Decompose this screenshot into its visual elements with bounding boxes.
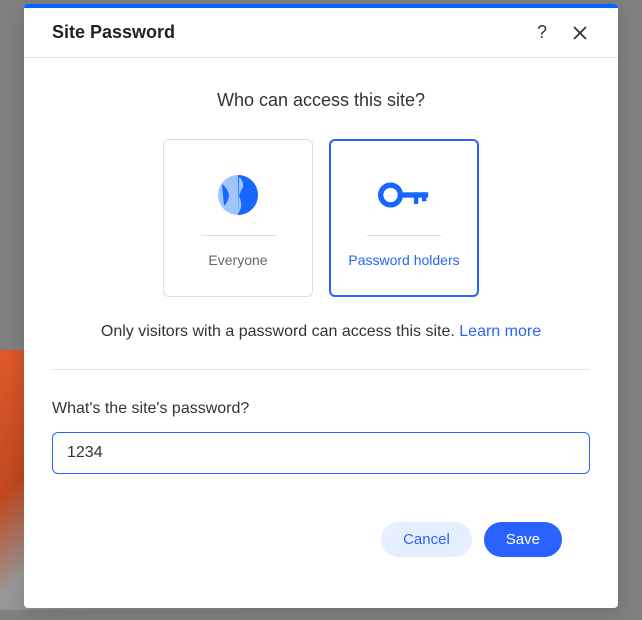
modal-title: Site Password [52,22,175,43]
option-password-holders-label: Password holders [348,252,459,268]
option-divider [201,235,275,236]
modal-body: Who can access this site? Everyone [24,58,618,605]
learn-more-link[interactable]: Learn more [459,323,541,340]
modal-header: Site Password ? [24,8,618,58]
access-description: Only visitors with a password can access… [52,323,590,341]
close-icon[interactable] [570,23,590,43]
access-options: Everyone Password holders [52,139,590,297]
save-button[interactable]: Save [484,522,562,557]
header-actions: ? [532,23,590,43]
option-password-holders[interactable]: Password holders [329,139,479,297]
cancel-button[interactable]: Cancel [381,522,472,557]
access-prompt: Who can access this site? [52,90,590,111]
divider [52,369,590,370]
globe-icon [212,169,264,221]
option-everyone[interactable]: Everyone [163,139,313,297]
site-password-modal: Site Password ? Who can access this site… [24,4,618,608]
option-divider [367,235,441,236]
option-everyone-label: Everyone [208,252,267,268]
help-icon[interactable]: ? [532,23,552,43]
modal-footer: Cancel Save [52,522,590,585]
key-icon [378,169,430,221]
password-label: What's the site's password? [52,400,590,418]
description-text: Only visitors with a password can access… [101,323,459,340]
password-input[interactable] [52,432,590,474]
